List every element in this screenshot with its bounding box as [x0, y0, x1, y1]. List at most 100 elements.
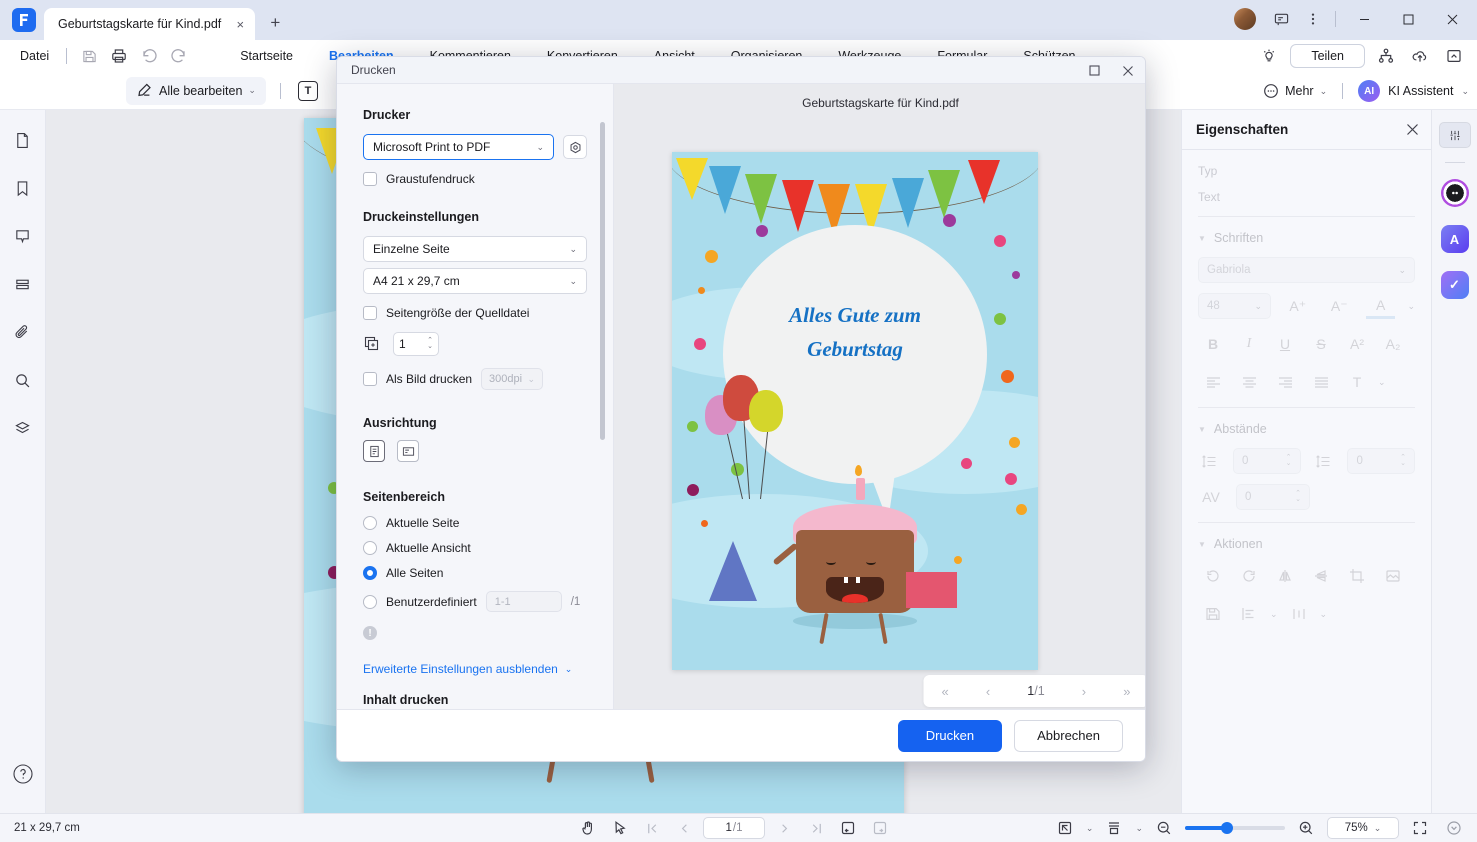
- italic-icon[interactable]: I: [1234, 331, 1264, 357]
- search-icon[interactable]: [9, 366, 37, 394]
- portrait-orientation-button[interactable]: [363, 440, 385, 462]
- print-button[interactable]: Drucken: [897, 719, 1003, 752]
- save-icon[interactable]: [1198, 601, 1228, 627]
- previous-page-icon[interactable]: [671, 817, 697, 839]
- dialog-maximize-button[interactable]: [1077, 57, 1111, 84]
- preview-first-page-icon[interactable]: «: [942, 684, 949, 699]
- flip-horizontal-icon[interactable]: [1270, 563, 1300, 589]
- chevron-down-icon[interactable]: ⌄: [1086, 823, 1094, 834]
- tab-startseite[interactable]: Startseite: [240, 49, 293, 63]
- edit-all-button[interactable]: Alle bearbeiten ⌄: [126, 76, 266, 105]
- copies-stepper[interactable]: 1 ⌃ ⌄: [393, 332, 439, 356]
- increase-font-icon[interactable]: A⁺: [1283, 293, 1312, 319]
- radio-current-page[interactable]: [363, 516, 377, 530]
- printer-select[interactable]: Microsoft Print to PDF ⌄: [363, 134, 554, 160]
- fullscreen-icon[interactable]: [1407, 817, 1433, 839]
- page-mode-select[interactable]: Einzelne Seite ⌄: [363, 236, 587, 262]
- hand-tool-icon[interactable]: [575, 817, 601, 839]
- printer-settings-gear-icon[interactable]: [563, 135, 587, 159]
- align-right-icon[interactable]: [1270, 369, 1300, 395]
- preview-last-page-icon[interactable]: »: [1123, 684, 1130, 699]
- facing-page-view-icon[interactable]: [867, 817, 893, 839]
- advanced-settings-link[interactable]: Erweiterte Einstellungen ausblenden ⌄: [363, 662, 587, 676]
- dpi-select[interactable]: 300dpi ⌄: [481, 368, 544, 390]
- zoom-level-select[interactable]: 75% ⌄: [1327, 817, 1399, 839]
- paper-size-select[interactable]: A4 21 x 29,7 cm ⌄: [363, 268, 587, 294]
- text-tool-button[interactable]: T: [297, 80, 318, 101]
- grayscale-checkbox[interactable]: [363, 172, 377, 186]
- close-window-button[interactable]: [1431, 0, 1473, 38]
- page-number-input[interactable]: 1/1: [703, 817, 765, 839]
- preview-next-page-icon[interactable]: ›: [1082, 684, 1086, 699]
- single-page-view-icon[interactable]: [835, 817, 861, 839]
- flip-vertical-icon[interactable]: [1306, 563, 1336, 589]
- range-option-current-page[interactable]: Aktuelle Seite: [363, 516, 587, 530]
- collapse-ribbon-icon[interactable]: [1441, 44, 1467, 68]
- fit-page-icon[interactable]: [1052, 817, 1078, 839]
- properties-panel-icon[interactable]: [1438, 122, 1471, 148]
- cancel-button[interactable]: Abbrechen: [1014, 719, 1123, 752]
- settings-scrollbar-track[interactable]: [600, 122, 609, 682]
- bookmarks-icon[interactable]: [9, 174, 37, 202]
- maximize-button[interactable]: [1387, 0, 1429, 38]
- spacing-section-header[interactable]: ▼ Abstände: [1198, 422, 1415, 436]
- source-page-size-checkbox[interactable]: [363, 306, 377, 320]
- superscript-icon[interactable]: A²: [1342, 331, 1372, 357]
- subscript-icon[interactable]: A₂: [1378, 331, 1408, 357]
- paragraph-spacing-input[interactable]: 0 ⌃ ⌄: [1347, 448, 1415, 474]
- translate-icon[interactable]: A: [1439, 223, 1471, 255]
- dialog-close-button[interactable]: [1111, 57, 1145, 84]
- range-option-current-view[interactable]: Aktuelle Ansicht: [363, 541, 587, 555]
- spacing-distribute-icon[interactable]: [1284, 601, 1314, 627]
- line-spacing-input[interactable]: 0 ⌃ ⌄: [1232, 448, 1301, 474]
- last-page-icon[interactable]: [803, 817, 829, 839]
- strikethrough-icon[interactable]: S: [1306, 331, 1336, 357]
- comments-icon[interactable]: [9, 222, 37, 250]
- feedback-icon[interactable]: [1266, 4, 1296, 34]
- actions-section-header[interactable]: ▼ Aktionen: [1198, 537, 1415, 551]
- underline-icon[interactable]: U: [1270, 331, 1300, 357]
- crop-icon[interactable]: [1342, 563, 1372, 589]
- replace-image-icon[interactable]: [1378, 563, 1408, 589]
- range-option-all-pages[interactable]: Alle Seiten: [363, 566, 587, 580]
- zoom-slider-knob[interactable]: [1221, 822, 1233, 834]
- source-page-size-row[interactable]: Seitengröße der Quelldatei: [363, 306, 587, 320]
- attachments-icon[interactable]: [9, 318, 37, 346]
- zoom-in-icon[interactable]: [1293, 817, 1319, 839]
- share-nodes-icon[interactable]: [1373, 44, 1399, 68]
- rotate-right-icon[interactable]: [1234, 563, 1264, 589]
- settings-scrollbar-thumb[interactable]: [600, 122, 605, 440]
- redo-icon[interactable]: [166, 44, 192, 68]
- rotate-left-icon[interactable]: [1198, 563, 1228, 589]
- print-icon[interactable]: [106, 44, 132, 68]
- document-tab[interactable]: Geburtstagskarte für Kind.pdf ×: [44, 8, 256, 40]
- more-tools-button[interactable]: Mehr ⌄: [1263, 83, 1327, 99]
- tasks-check-icon[interactable]: ✓: [1439, 269, 1471, 301]
- zoom-out-icon[interactable]: [1151, 817, 1177, 839]
- radio-current-view[interactable]: [363, 541, 377, 555]
- minimize-button[interactable]: [1343, 0, 1385, 38]
- expand-options-icon[interactable]: [1441, 817, 1467, 839]
- bold-icon[interactable]: B: [1198, 331, 1228, 357]
- page-layout-icon[interactable]: [1101, 817, 1127, 839]
- align-justify-icon[interactable]: [1306, 369, 1336, 395]
- vertical-align-icon[interactable]: T: [1342, 369, 1372, 395]
- custom-range-input[interactable]: 1-1: [485, 591, 562, 612]
- share-button[interactable]: Teilen: [1290, 44, 1365, 68]
- zoom-slider[interactable]: [1185, 822, 1285, 834]
- ai-assistant-button[interactable]: AI KI Assistent ⌄: [1358, 80, 1469, 102]
- new-tab-icon[interactable]: +: [261, 9, 289, 37]
- close-icon[interactable]: [1406, 123, 1419, 136]
- layers-list-icon[interactable]: [9, 270, 37, 298]
- stepper-icon[interactable]: ⌃ ⌄: [427, 337, 433, 350]
- next-page-icon[interactable]: [771, 817, 797, 839]
- page-thumbnails-icon[interactable]: [9, 126, 37, 154]
- fonts-section-header[interactable]: ▼ Schriften: [1198, 231, 1415, 245]
- char-spacing-input[interactable]: 0 ⌃ ⌄: [1236, 484, 1310, 510]
- font-family-select[interactable]: Gabriola ⌄: [1198, 257, 1415, 283]
- range-option-custom[interactable]: Benutzerdefiniert 1-1 /1: [363, 591, 587, 612]
- avatar[interactable]: [1234, 8, 1256, 30]
- close-tab-icon[interactable]: ×: [231, 15, 249, 33]
- tips-bulb-icon[interactable]: [1256, 44, 1282, 68]
- font-color-icon[interactable]: A: [1365, 293, 1396, 319]
